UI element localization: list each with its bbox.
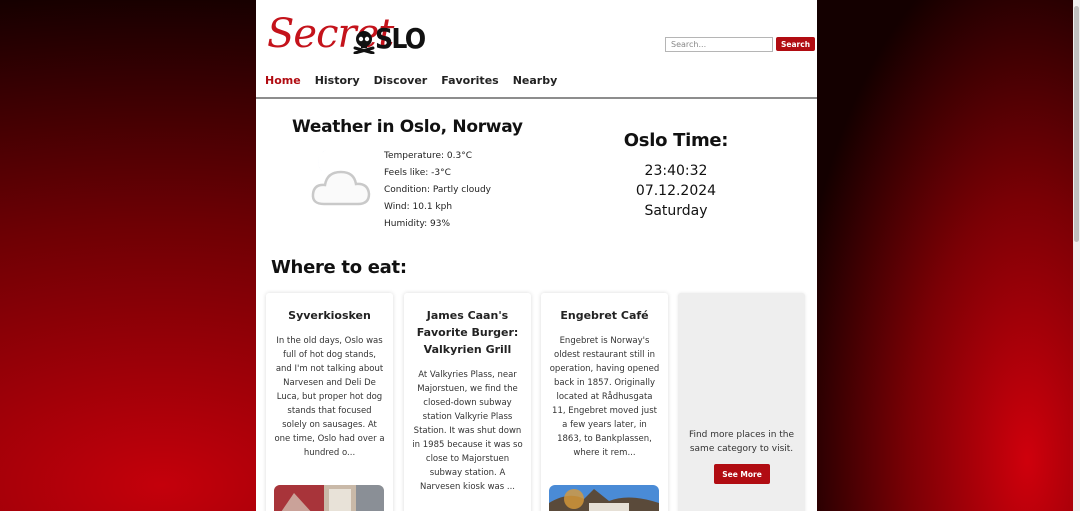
restaurant-card[interactable]: James Caan's Favorite Burger: Valkyrien … bbox=[404, 293, 531, 511]
see-more-card: Find more places in the same category to… bbox=[678, 293, 805, 511]
nav-divider bbox=[256, 97, 817, 99]
card-title[interactable]: Syverkiosken bbox=[274, 307, 385, 324]
main-nav: Home History Discover Favorites Nearby bbox=[265, 74, 557, 87]
time-weekday: Saturday bbox=[644, 203, 708, 219]
weather-details: Temperature: 0.3°C Feels like: -3°C Cond… bbox=[384, 148, 491, 233]
card-text: At Valkyries Plass, near Majorstuen, we … bbox=[412, 370, 523, 492]
nav-item-home[interactable]: Home bbox=[265, 74, 301, 87]
weather-condition: Condition: Partly cloudy bbox=[384, 185, 491, 195]
restaurant-card[interactable]: Engebret Café Engebret is Norway's oldes… bbox=[541, 293, 668, 511]
nav-item-history[interactable]: History bbox=[315, 74, 360, 87]
oslo-time-panel: Oslo Time: 23:40:32 07.12.2024 Saturday bbox=[606, 130, 746, 221]
background-right bbox=[816, 0, 1080, 511]
card-text: In the old days, Oslo was full of hot do… bbox=[274, 336, 385, 458]
see-more-text: Find more places in the same category to… bbox=[688, 430, 795, 454]
page-scrollbar[interactable] bbox=[1073, 0, 1080, 511]
weather-humidity: Humidity: 93% bbox=[384, 219, 451, 229]
restaurant-card[interactable]: Syverkiosken In the old days, Oslo was f… bbox=[266, 293, 393, 511]
scrollbar-thumb[interactable] bbox=[1074, 6, 1079, 242]
card-image[interactable] bbox=[549, 485, 659, 511]
page-container: Secret SLO Search Home History Discover … bbox=[256, 0, 817, 511]
logo-block-text: SLO bbox=[375, 22, 426, 55]
weather-feels-like: Feels like: -3°C bbox=[384, 168, 451, 178]
skull-crossbones-icon bbox=[353, 31, 375, 54]
card-title[interactable]: James Caan's Favorite Burger: Valkyrien … bbox=[412, 307, 523, 358]
weather-temperature: Temperature: 0.3°C bbox=[384, 151, 473, 161]
time-date: 07.12.2024 bbox=[635, 183, 717, 199]
partly-cloudy-night-icon bbox=[311, 150, 371, 206]
see-more-button[interactable]: See More bbox=[714, 464, 770, 484]
search-input[interactable] bbox=[665, 37, 773, 52]
nav-item-discover[interactable]: Discover bbox=[374, 74, 428, 87]
search-button[interactable]: Search bbox=[776, 37, 816, 51]
card-image[interactable] bbox=[274, 485, 384, 511]
nav-item-favorites[interactable]: Favorites bbox=[441, 74, 498, 87]
time-clock: 23:40:32 bbox=[644, 163, 708, 179]
site-logo[interactable]: Secret SLO bbox=[267, 8, 426, 60]
nav-item-nearby[interactable]: Nearby bbox=[513, 74, 558, 87]
time-title: Oslo Time: bbox=[623, 130, 729, 151]
where-to-eat-title: Where to eat: bbox=[271, 257, 407, 278]
card-title[interactable]: Engebret Café bbox=[549, 307, 660, 324]
weather-wind: Wind: 10.1 kph bbox=[384, 202, 453, 212]
card-text: Engebret is Norway's oldest restaurant s… bbox=[549, 336, 660, 458]
search-bar: Search bbox=[665, 37, 816, 52]
weather-title: Weather in Oslo, Norway bbox=[292, 117, 523, 137]
